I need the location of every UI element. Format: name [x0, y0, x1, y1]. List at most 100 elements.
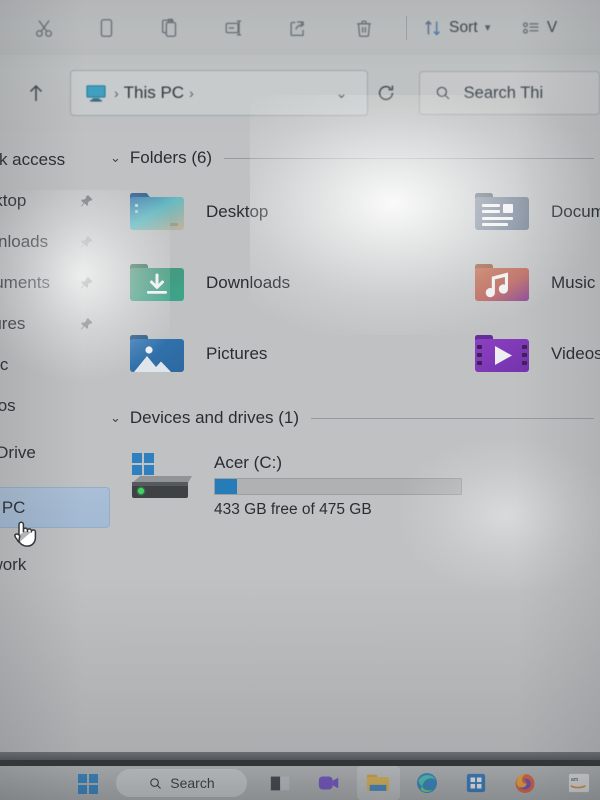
sidebar-item-label: Downloads [0, 231, 49, 251]
microsoft-store-icon [467, 773, 486, 793]
documents-folder-icon [471, 187, 533, 237]
view-list-icon [522, 21, 539, 34]
folder-tile-documents[interactable]: Documen [455, 187, 600, 237]
folder-tile-music[interactable]: Music [455, 258, 600, 308]
folder-label: Desktop [206, 202, 269, 221]
sort-label: Sort [449, 18, 478, 36]
devices-section-header[interactable]: ⌄ Devices and drives (1) [110, 403, 600, 433]
amazon-icon: am [568, 773, 589, 793]
drive-free-text: 433 GB free of 475 GB [214, 501, 372, 518]
sidebar-item-label: Pictures [0, 313, 26, 333]
hard-drive-icon [126, 451, 198, 509]
sidebar-item-desktop[interactable]: Desktop [0, 180, 110, 221]
sidebar-item-label: Quick access [0, 149, 66, 169]
taskbar-firefox-button[interactable] [504, 766, 547, 800]
folder-tile-pictures[interactable]: Pictures [110, 329, 455, 379]
taskbar-teams-button[interactable] [308, 766, 351, 800]
music-folder-icon [471, 258, 533, 308]
folder-tile-desktop[interactable]: Desktop [110, 187, 455, 237]
folders-section-header[interactable]: ⌄ Folders (6) [110, 143, 600, 173]
section-divider [224, 157, 594, 159]
search-icon [150, 777, 162, 789]
copy-icon [100, 18, 112, 37]
rename-icon [225, 19, 241, 36]
breadcrumb-separator-1: › [113, 85, 119, 101]
sidebar-item-network[interactable]: Network [0, 544, 110, 585]
monitor-bezel-top [0, 752, 600, 760]
section-divider [311, 417, 594, 419]
share-icon [289, 20, 304, 36]
teams-icon [319, 776, 339, 790]
pictures-folder-icon [126, 329, 188, 379]
drive-capacity-fill [215, 479, 238, 494]
paste-icon [161, 18, 176, 37]
refresh-icon [379, 85, 394, 101]
up-button[interactable] [18, 73, 54, 113]
drive-tile-acer-c[interactable]: Acer (C:) 433 GB free of 475 GB [110, 451, 600, 519]
folder-label: Pictures [206, 344, 268, 363]
arrow-up-icon [29, 84, 42, 101]
taskbar-search-button[interactable]: Search [116, 769, 247, 797]
folder-label: Videos [551, 344, 600, 363]
pin-icon[interactable] [79, 275, 94, 290]
folder-tile-downloads[interactable]: Downloads [110, 258, 455, 308]
breadcrumb-bar[interactable]: › This PC › ⌄ [69, 70, 369, 116]
toolbar-divider [406, 15, 407, 40]
folders-section-title: Folders (6) [129, 148, 213, 167]
drive-info: Acer (C:) 433 GB free of 475 GB [214, 451, 462, 519]
sidebar-item-documents[interactable]: Documents [0, 262, 110, 303]
content-pane: ⌄ Folders (6) Desktop Docum Downloads Mu… [110, 131, 600, 751]
monitor-glyph [86, 85, 106, 102]
windows-logo-icon [78, 774, 98, 794]
sidebar-item-onedrive[interactable]: OneDrive [0, 432, 110, 473]
sidebar-item-this-pc[interactable]: This PC [0, 487, 110, 528]
breadcrumb-separator-2: › [189, 85, 194, 101]
sidebar-item-label: Desktop [0, 190, 27, 210]
pin-icon[interactable] [79, 316, 94, 331]
taskbar-amazon-button[interactable]: am [557, 766, 600, 800]
search-input[interactable]: Search Thi [464, 84, 544, 103]
downloads-folder-icon [126, 258, 188, 308]
trash-icon [356, 20, 371, 37]
devices-section-title: Devices and drives (1) [129, 408, 300, 427]
view-button[interactable]: View [518, 10, 558, 46]
chevron-down-icon: ▾ [484, 22, 491, 34]
sidebar-item-music[interactable]: Music [0, 344, 110, 385]
taskbar-microsoft-store-button[interactable] [455, 766, 498, 800]
videos-folder-icon [471, 329, 533, 379]
taskbar-edge-button[interactable] [406, 766, 449, 800]
sort-button[interactable]: Sort ▾ [422, 10, 490, 46]
sidebar-item-downloads[interactable]: Downloads [0, 221, 110, 262]
folder-label: Downloads [206, 273, 291, 292]
paste-button[interactable] [152, 10, 192, 46]
folder-tile-videos[interactable]: Videos [455, 329, 600, 379]
taskbar-task-view-button[interactable] [259, 766, 302, 800]
drive-capacity-bar [214, 478, 462, 495]
drive-name: Acer (C:) [214, 453, 282, 472]
delete-button[interactable] [346, 10, 386, 46]
refresh-button[interactable] [370, 75, 402, 111]
start-button[interactable] [76, 771, 100, 795]
search-icon [436, 86, 450, 100]
sidebar-item-label: Videos [0, 395, 16, 415]
sidebar-item-label: Music [0, 354, 9, 374]
pin-icon[interactable] [79, 234, 94, 249]
sidebar-item-videos[interactable]: Videos [0, 385, 110, 426]
file-explorer-icon [367, 774, 390, 791]
taskbar-file-explorer-button[interactable] [356, 766, 400, 800]
chevron-down-icon[interactable]: ⌄ [110, 410, 121, 426]
pin-icon[interactable] [79, 193, 94, 208]
task-view-icon [271, 776, 290, 791]
cut-button[interactable] [26, 10, 66, 46]
search-box[interactable]: Search Thi [418, 71, 600, 115]
breadcrumb-current[interactable]: This PC [124, 83, 184, 103]
sidebar-item-label: This PC [0, 497, 26, 517]
monitor-icon [85, 84, 107, 102]
chevron-down-icon[interactable]: ⌄ [110, 150, 121, 166]
sidebar-item-quick-access[interactable]: Quick access [0, 139, 110, 180]
sidebar-item-pictures[interactable]: Pictures [0, 303, 110, 344]
breadcrumb-chevron-down-icon[interactable]: ⌄ [336, 85, 360, 102]
copy-button[interactable] [88, 10, 128, 46]
share-button[interactable] [280, 10, 320, 46]
rename-button[interactable] [216, 10, 256, 46]
